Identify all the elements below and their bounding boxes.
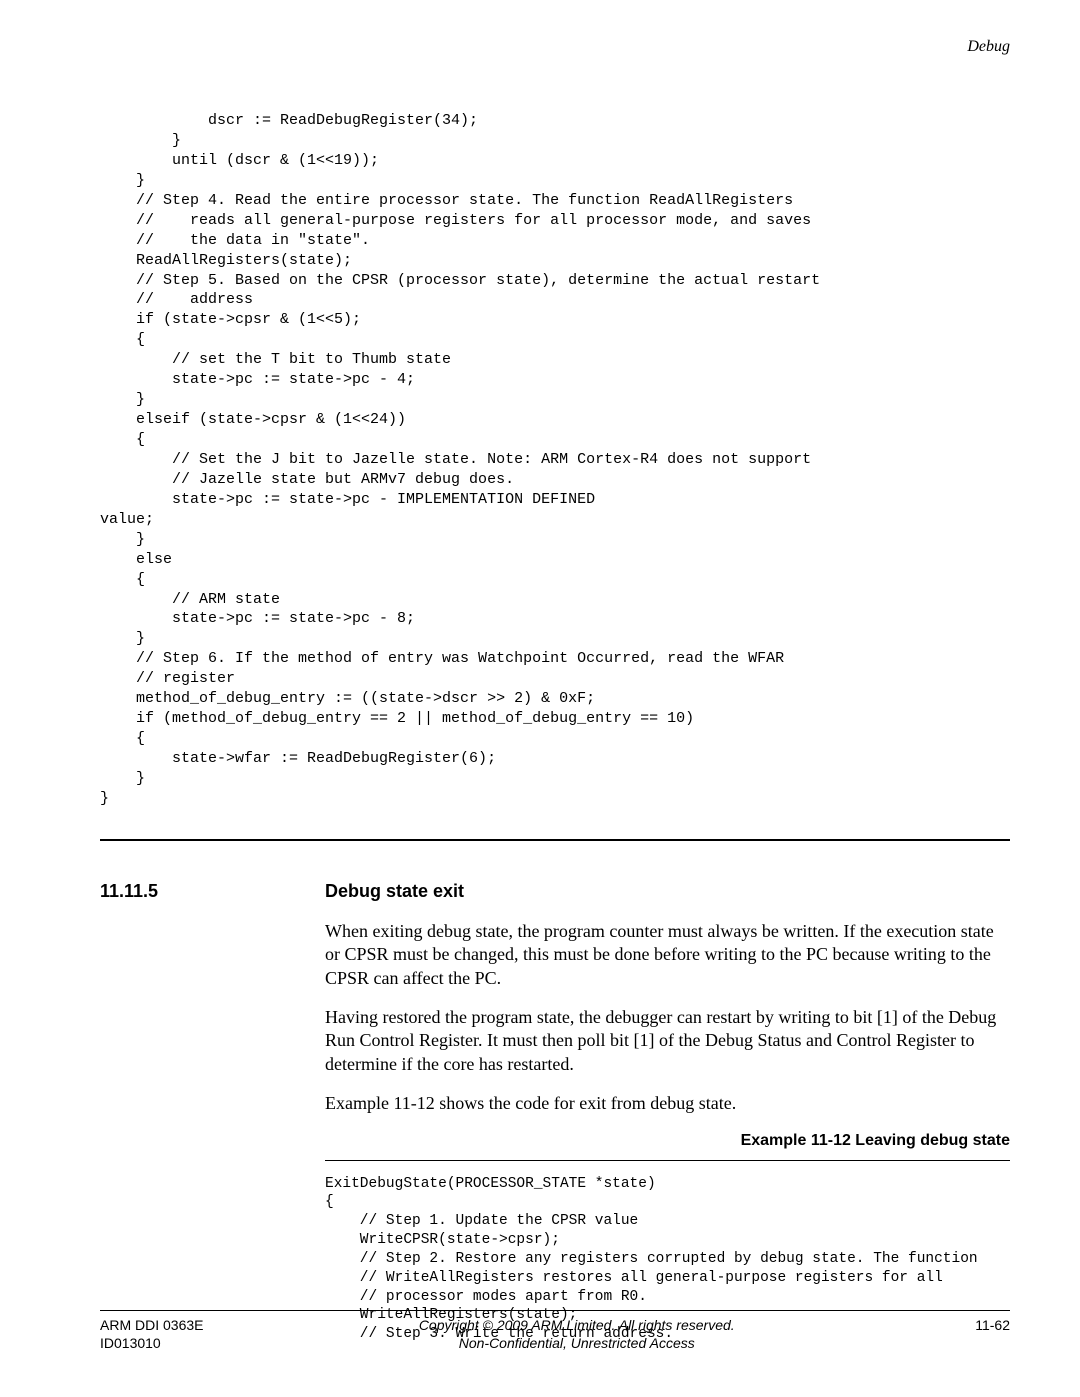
doc-id: ARM DDI 0363E — [100, 1317, 203, 1335]
example-caption: Example 11-12 Leaving debug state — [325, 1132, 1010, 1150]
page-footer: ARM DDI 0363E ID013010 Copyright © 2009 … — [100, 1310, 1010, 1353]
section-divider — [100, 839, 1010, 841]
footer-left: ARM DDI 0363E ID013010 — [100, 1317, 203, 1353]
footer-divider — [100, 1310, 1010, 1311]
footer-right: 11-62 — [950, 1317, 1010, 1333]
section-body: When exiting debug state, the program co… — [325, 920, 1010, 1116]
paragraph: Example 11-12 shows the code for exit fr… — [325, 1092, 1010, 1115]
section-title: Debug state exit — [325, 881, 464, 902]
copyright: Copyright © 2009 ARM Limited. All rights… — [203, 1317, 950, 1335]
paragraph: Having restored the program state, the d… — [325, 1006, 1010, 1076]
example-divider — [325, 1160, 1010, 1161]
footer-center: Copyright © 2009 ARM Limited. All rights… — [203, 1317, 950, 1353]
page: Debug dscr := ReadDebugRegister(34); } u… — [0, 0, 1080, 1397]
running-header: Debug — [100, 38, 1010, 56]
code-listing-1: dscr := ReadDebugRegister(34); } until (… — [100, 111, 1010, 809]
footer-row: ARM DDI 0363E ID013010 Copyright © 2009 … — [100, 1317, 1010, 1353]
section-heading-row: 11.11.5 Debug state exit — [100, 881, 1010, 902]
doc-subid: ID013010 — [100, 1335, 203, 1353]
paragraph: When exiting debug state, the program co… — [325, 920, 1010, 990]
section-number: 11.11.5 — [100, 881, 325, 902]
confidentiality: Non-Confidential, Unrestricted Access — [203, 1335, 950, 1353]
